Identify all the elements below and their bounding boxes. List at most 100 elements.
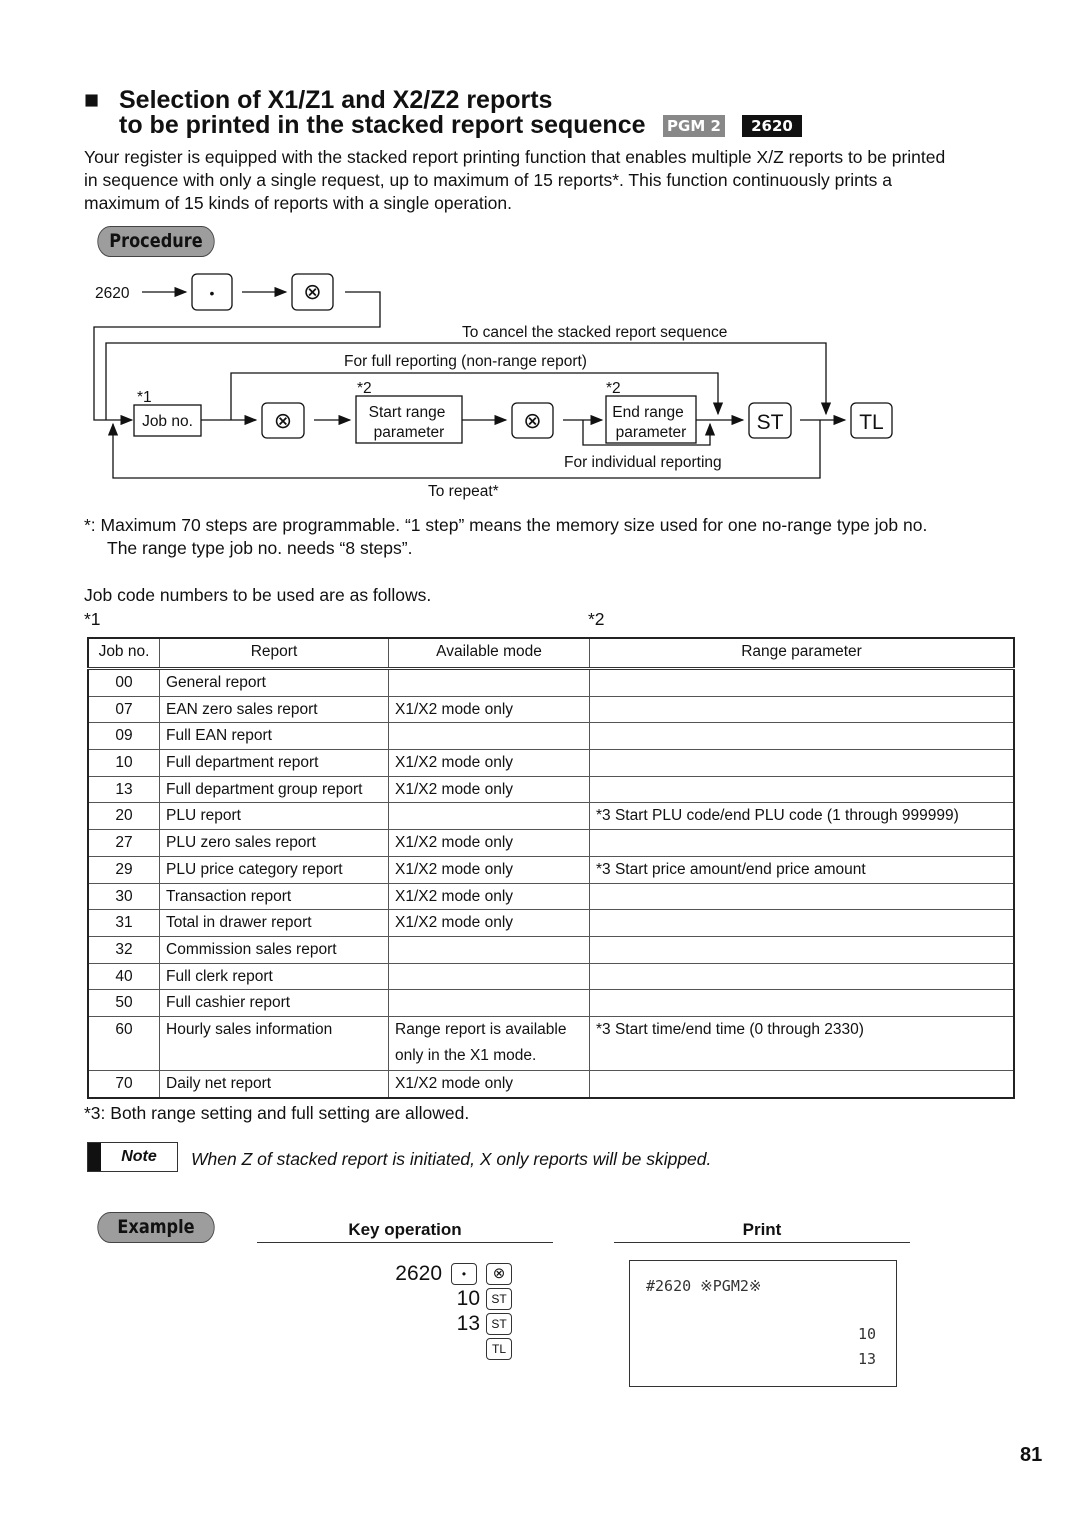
range-cell [589, 1069, 1015, 1099]
mode-cell [388, 989, 590, 1017]
table-row: 70 Daily net report X1/X2 mode only [87, 1069, 1015, 1099]
mode-cell: X1/X2 mode only [388, 749, 590, 777]
st-key: ST [486, 1288, 512, 1310]
dot-key: • [451, 1263, 477, 1285]
full-reporting-label: For full reporting (non-range report) [344, 353, 587, 370]
cancel-label: To cancel the stacked report sequence [462, 324, 727, 341]
end-range-label: End range [612, 404, 684, 421]
table-row: 31 Total in drawer report X1/X2 mode only [87, 909, 1015, 937]
multiply-key: ⊗ [486, 1263, 512, 1285]
range-cell: *3 Start price amount/end price amount [589, 855, 1015, 884]
range-cell [589, 695, 1015, 724]
job-no-cell: 32 [87, 935, 160, 964]
report-cell: Commission sales report [159, 935, 389, 964]
tl-key-label: TL [859, 411, 884, 434]
mode-cell: X1/X2 mode only [388, 1069, 590, 1099]
mode-cell [388, 935, 590, 964]
manual-page: ■ Selection of X1/Z1 and X2/Z2 reports t… [0, 0, 1080, 1526]
job-no-cell: 40 [87, 962, 160, 991]
job-no-cell: 50 [87, 989, 160, 1017]
job-no-cell: 30 [87, 882, 160, 911]
report-cell: Full department group report [159, 775, 389, 804]
note-2-marker: *2 [606, 380, 621, 397]
print-header: Print [614, 1220, 910, 1243]
mode-cell [388, 962, 590, 991]
job-no-cell: 00 [87, 668, 160, 697]
job-no-cell: 27 [87, 829, 160, 857]
end-range-label: parameter [616, 424, 687, 441]
mode-cell: X1/X2 mode only [388, 882, 590, 911]
job-no-cell: 13 [87, 775, 160, 804]
multiply-icon: ⊗ [303, 279, 321, 304]
individual-reporting-label: For individual reporting [564, 454, 722, 471]
procedure-diagram: 2620 • ⊗ To cancel the stacked report se… [93, 273, 893, 500]
column-header: Available mode [388, 637, 590, 670]
range-cell [589, 909, 1015, 937]
key-operation-header: Key operation [257, 1220, 553, 1243]
multiply-icon: ⊗ [274, 408, 292, 433]
table-row: 30 Transaction report X1/X2 mode only [87, 882, 1015, 911]
receipt-line: 13 [857, 1350, 876, 1368]
range-cell [589, 829, 1015, 857]
report-cell: Transaction report [159, 882, 389, 911]
footnote-star: *: Maximum 70 steps are programmable. “1… [84, 515, 928, 535]
column-header: Report [159, 637, 389, 670]
table-note-1: *1 [84, 609, 101, 629]
mode-cell [388, 722, 590, 751]
key-sequence-number: 2620 [395, 1262, 442, 1285]
footnote-3: *3: Both range setting and full setting … [84, 1103, 470, 1123]
report-cell: Full clerk report [159, 962, 389, 991]
range-cell [589, 668, 1015, 697]
dot-icon: • [210, 285, 215, 301]
job-no-label: Job no. [142, 413, 193, 430]
job-no-cell: 07 [87, 695, 160, 724]
mode-cell: X1/X2 mode only [388, 909, 590, 937]
note-2-marker: *2 [357, 380, 372, 397]
start-range-label: Start range [369, 404, 446, 421]
column-header: Range parameter [589, 637, 1015, 670]
job-no-cell: 29 [87, 855, 160, 884]
receipt-line: 10 [857, 1325, 876, 1343]
report-cell: PLU report [159, 802, 389, 831]
table-row: 00 General report [87, 668, 1015, 697]
range-cell [589, 722, 1015, 751]
start-range-label: parameter [374, 424, 445, 441]
table-row: 09 Full EAN report [87, 722, 1015, 751]
footnote-star: The range type job no. needs “8 steps”. [107, 538, 413, 558]
mode-cell: Range report is available only in the X1… [388, 1015, 590, 1071]
note-1-marker: *1 [137, 389, 152, 406]
table-row: 32 Commission sales report [87, 935, 1015, 964]
job-no-cell: 20 [87, 802, 160, 831]
table-row: 20 PLU report *3 Start PLU code/end PLU co… [87, 802, 1015, 831]
mode-cell: X1/X2 mode only [388, 855, 590, 884]
mode-cell [388, 668, 590, 697]
table-row: 10 Full department report X1/X2 mode only [87, 749, 1015, 777]
table-row: 27 PLU zero sales report X1/X2 mode only [87, 829, 1015, 857]
job-no-cell: 31 [87, 909, 160, 937]
job-code-table: Job no. Report Available mode Range para… [87, 637, 1015, 1099]
table-row: 40 Full clerk report [87, 962, 1015, 991]
mode-cell [388, 802, 590, 831]
table-row: 07 EAN zero sales report X1/X2 mode only [87, 695, 1015, 724]
job-no-cell: 60 [87, 1015, 160, 1071]
report-cell: PLU price category report [159, 855, 389, 884]
example-label: Example [97, 1212, 215, 1243]
st-key: ST [486, 1313, 512, 1335]
receipt-print: #2620 ※PGM2※ 10 13 [629, 1260, 897, 1387]
table-row: 60 Hourly sales information Range report i… [87, 1015, 1015, 1071]
report-cell: EAN zero sales report [159, 695, 389, 724]
receipt-header: #2620 ※PGM2※ [646, 1277, 762, 1295]
range-cell [589, 989, 1015, 1017]
table-row: 13 Full department group report X1/X2 mode… [87, 775, 1015, 804]
table-note-2: *2 [588, 609, 605, 629]
note-box: Note [87, 1142, 178, 1172]
job-no-cell: 70 [87, 1069, 160, 1099]
table-row: 50 Full cashier report [87, 989, 1015, 1017]
job-code-intro: Job code numbers to be used are as follo… [84, 585, 432, 605]
mode-cell: X1/X2 mode only [388, 775, 590, 804]
note-text: When Z of stacked report is initiated, X… [191, 1149, 712, 1169]
table-row: 29 PLU price category report X1/X2 mode on… [87, 855, 1015, 884]
table-header-row: Job no. Report Available mode Range para… [87, 637, 1015, 670]
range-cell [589, 749, 1015, 777]
report-cell: Full department report [159, 749, 389, 777]
